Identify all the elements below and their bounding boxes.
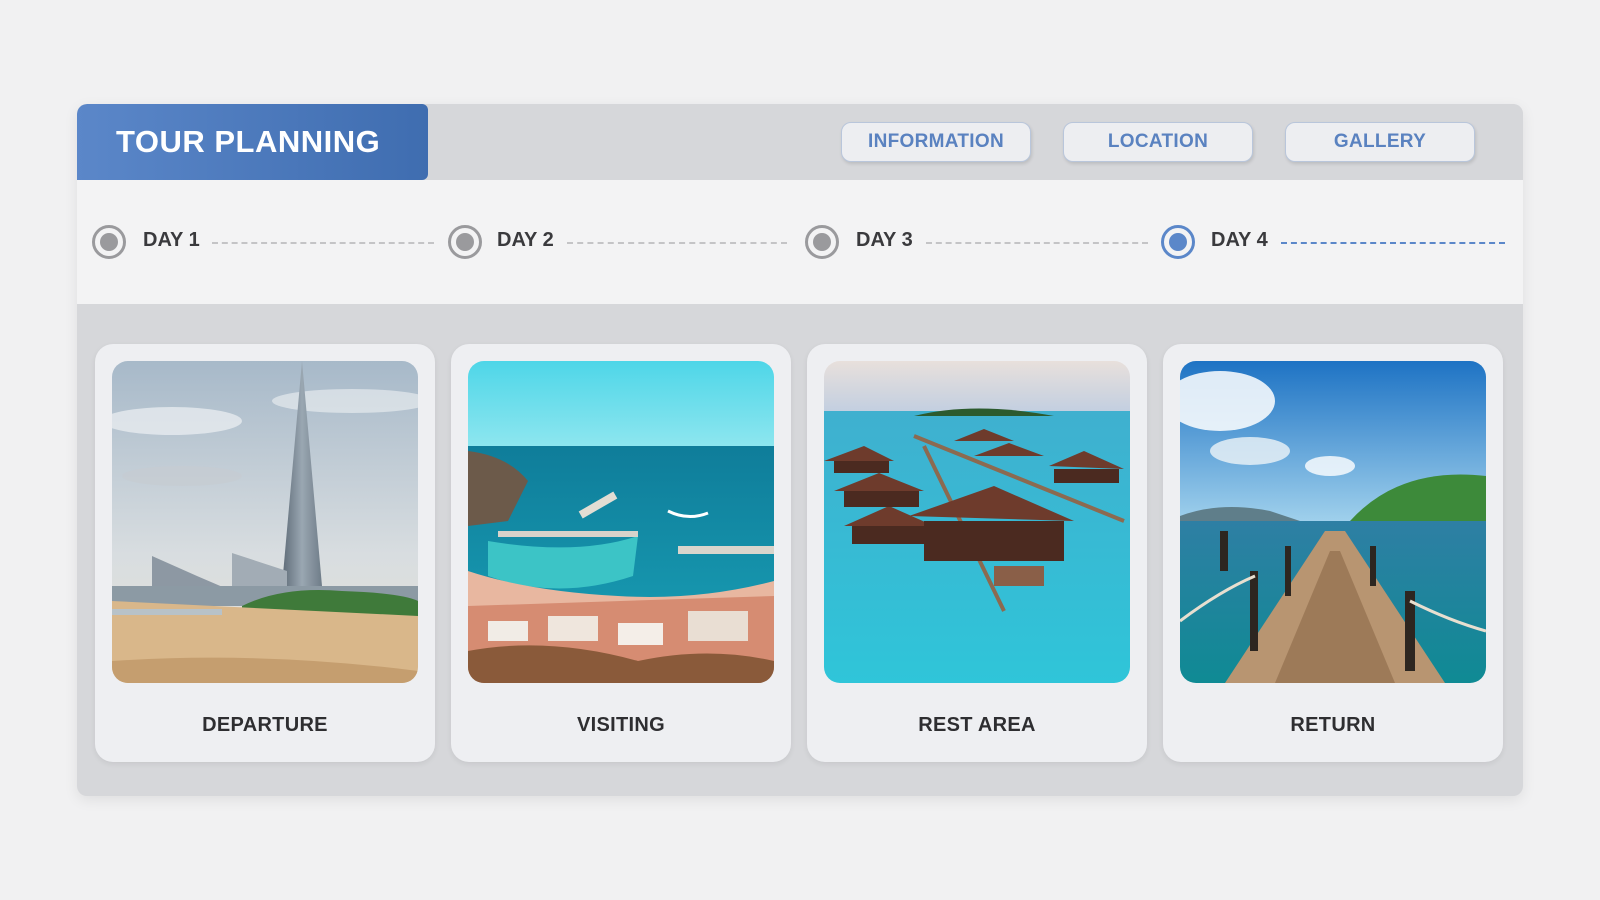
card-departure[interactable]: DEPARTURE bbox=[95, 344, 435, 762]
card-label-visiting: VISITING bbox=[577, 714, 665, 736]
gallery-button[interactable]: GALLERY bbox=[1285, 122, 1475, 162]
coastal-marina-photo bbox=[468, 361, 774, 683]
day-3-label: DAY 3 bbox=[856, 229, 913, 251]
card-return[interactable]: RETURN bbox=[1163, 344, 1503, 762]
skyscraper-beach-photo bbox=[112, 361, 418, 683]
timeline-connector bbox=[926, 242, 1148, 244]
day-3-radio[interactable] bbox=[805, 225, 839, 259]
day-2-label: DAY 2 bbox=[497, 229, 554, 251]
day-4-radio[interactable] bbox=[1161, 225, 1195, 259]
card-label-return: RETURN bbox=[1290, 714, 1376, 736]
day-timeline: DAY 1 DAY 2 DAY 3 DAY 4 bbox=[77, 180, 1523, 304]
day-1-label: DAY 1 bbox=[143, 229, 200, 251]
location-button[interactable]: LOCATION bbox=[1063, 122, 1253, 162]
title-tab: TOUR PLANNING bbox=[77, 104, 428, 180]
day-4-label: DAY 4 bbox=[1211, 229, 1268, 251]
card-label-departure: DEPARTURE bbox=[202, 714, 328, 736]
page-title: TOUR PLANNING bbox=[116, 124, 381, 159]
card-rest-area[interactable]: REST AREA bbox=[807, 344, 1147, 762]
information-button[interactable]: INFORMATION bbox=[841, 122, 1031, 162]
tour-planning-panel: TOUR PLANNING INFORMATION LOCATION GALLE… bbox=[77, 104, 1523, 796]
card-label-rest-area: REST AREA bbox=[918, 714, 1036, 736]
panel-header: TOUR PLANNING INFORMATION LOCATION GALLE… bbox=[77, 104, 1523, 180]
overwater-bungalows-photo bbox=[824, 361, 1130, 683]
timeline-connector bbox=[1281, 242, 1505, 244]
timeline-connector bbox=[212, 242, 434, 244]
timeline-connector bbox=[567, 242, 787, 244]
day-1-radio[interactable] bbox=[92, 225, 126, 259]
card-visiting[interactable]: VISITING bbox=[451, 344, 791, 762]
wooden-pier-photo bbox=[1180, 361, 1486, 683]
day-2-radio[interactable] bbox=[448, 225, 482, 259]
